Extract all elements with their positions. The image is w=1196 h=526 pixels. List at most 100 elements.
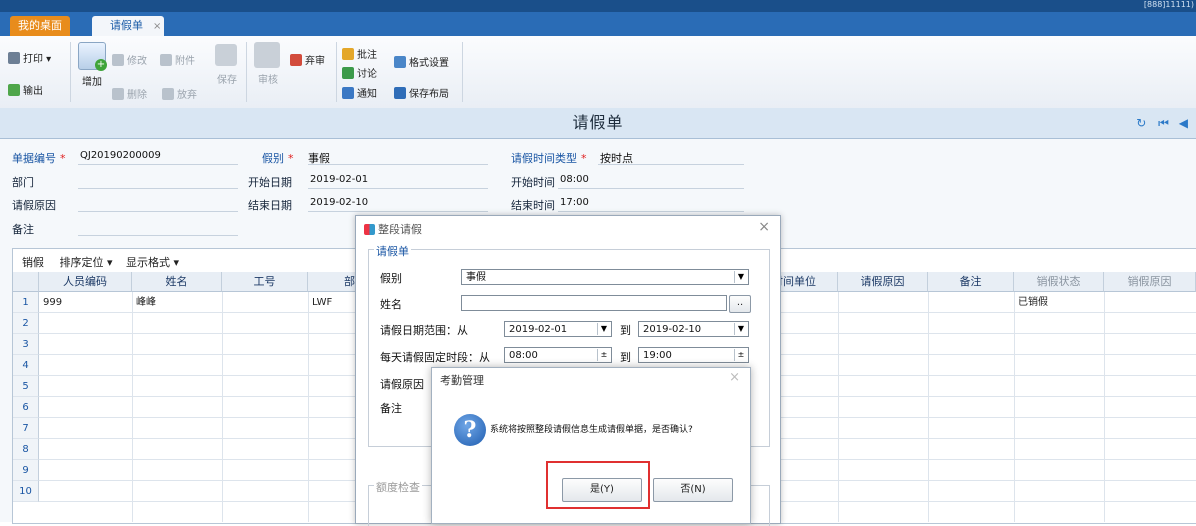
- cell-dept[interactable]: [308, 481, 358, 502]
- time-to-input[interactable]: 19:00 ±: [638, 347, 749, 363]
- print-button[interactable]: 打印 ▾: [8, 50, 51, 65]
- cell-name[interactable]: [132, 460, 222, 481]
- cell-employee-code[interactable]: [39, 439, 132, 460]
- close-icon[interactable]: ×: [758, 219, 770, 235]
- cell-cancel-status[interactable]: 已销假: [1014, 292, 1104, 313]
- close-icon[interactable]: ×: [729, 370, 740, 385]
- cell-employee-code[interactable]: [39, 313, 132, 334]
- date-from-input[interactable]: 2019-02-01 ▼: [504, 321, 612, 337]
- cell-employee-code[interactable]: [39, 334, 132, 355]
- attach-button[interactable]: 附件: [160, 52, 195, 67]
- delete-button[interactable]: 删除: [112, 86, 147, 101]
- format-settings-button[interactable]: 格式设置: [394, 54, 449, 69]
- cell-reason[interactable]: [838, 313, 928, 334]
- cell-cancel-status[interactable]: [1014, 313, 1104, 334]
- cell-name[interactable]: 峰峰: [132, 292, 222, 313]
- cell-cancel-status[interactable]: [1014, 397, 1104, 418]
- cell-employee-id[interactable]: [222, 481, 308, 502]
- first-record-icon[interactable]: ⏮: [1158, 116, 1169, 130]
- cell-employee-code[interactable]: [39, 418, 132, 439]
- col-header-reason[interactable]: 请假原因: [838, 272, 928, 292]
- cell-employee-id[interactable]: [222, 397, 308, 418]
- cell-remark[interactable]: [928, 355, 1014, 376]
- name-input[interactable]: [461, 295, 727, 311]
- date-to-input[interactable]: 2019-02-10 ▼: [638, 321, 749, 337]
- cell-remark[interactable]: [928, 292, 1014, 313]
- cell-dept[interactable]: [308, 334, 358, 355]
- doc-no-value[interactable]: QJ20190200009: [80, 150, 161, 161]
- cell-cancel-reason[interactable]: [1104, 292, 1196, 313]
- notify-button[interactable]: 通知: [342, 85, 377, 100]
- cell-cancel-status[interactable]: [1014, 376, 1104, 397]
- cell-dept[interactable]: [308, 418, 358, 439]
- cell-employee-code[interactable]: 999: [39, 292, 132, 313]
- col-header-remark[interactable]: 备注: [928, 272, 1014, 292]
- cell-remark[interactable]: [928, 397, 1014, 418]
- display-format-button[interactable]: 显示格式 ▾: [126, 256, 179, 269]
- cell-cancel-reason[interactable]: [1104, 418, 1196, 439]
- tab-leave-form[interactable]: 请假单 ×: [92, 16, 164, 36]
- cell-employee-code[interactable]: [39, 376, 132, 397]
- col-header-cancel-reason[interactable]: 销假原因: [1104, 272, 1196, 292]
- cell-cancel-reason[interactable]: [1104, 376, 1196, 397]
- cell-remark[interactable]: [928, 376, 1014, 397]
- cell-cancel-reason[interactable]: [1104, 481, 1196, 502]
- cell-name[interactable]: [132, 313, 222, 334]
- cell-remark[interactable]: [928, 439, 1014, 460]
- cell-dept[interactable]: LWF: [308, 292, 358, 313]
- cell-employee-id[interactable]: [222, 376, 308, 397]
- discard-button[interactable]: 放弃: [162, 86, 197, 101]
- cell-employee-id[interactable]: [222, 355, 308, 376]
- start-time-value[interactable]: 08:00: [560, 174, 589, 185]
- cell-remark[interactable]: [928, 460, 1014, 481]
- cell-dept[interactable]: [308, 376, 358, 397]
- cell-dept[interactable]: [308, 397, 358, 418]
- cell-cancel-reason[interactable]: [1104, 313, 1196, 334]
- leave-type-select[interactable]: 事假 ▼: [461, 269, 749, 285]
- cancel-leave-button[interactable]: 销假: [22, 256, 44, 269]
- annotate-button[interactable]: 批注: [342, 46, 377, 61]
- tab-my-desktop[interactable]: 我的桌面: [10, 16, 70, 36]
- cell-dept[interactable]: [308, 460, 358, 481]
- cell-employee-code[interactable]: [39, 397, 132, 418]
- cell-cancel-status[interactable]: [1014, 439, 1104, 460]
- abandon-approval-button[interactable]: 弃审: [290, 52, 325, 67]
- end-time-value[interactable]: 17:00: [560, 197, 589, 208]
- cell-remark[interactable]: [928, 481, 1014, 502]
- spinner-icon[interactable]: ±: [734, 349, 747, 361]
- save-layout-button[interactable]: 保存布局: [394, 85, 449, 100]
- cell-reason[interactable]: [838, 292, 928, 313]
- cell-reason[interactable]: [838, 460, 928, 481]
- cell-reason[interactable]: [838, 376, 928, 397]
- name-lookup-button[interactable]: ..: [729, 295, 751, 313]
- cell-employee-id[interactable]: [222, 313, 308, 334]
- cell-reason[interactable]: [838, 334, 928, 355]
- cell-employee-id[interactable]: [222, 439, 308, 460]
- cell-employee-code[interactable]: [39, 460, 132, 481]
- cell-name[interactable]: [132, 334, 222, 355]
- cell-reason[interactable]: [838, 439, 928, 460]
- save-button[interactable]: 保存: [214, 44, 240, 86]
- cell-cancel-reason[interactable]: [1104, 439, 1196, 460]
- cell-cancel-status[interactable]: [1014, 355, 1104, 376]
- cell-employee-id[interactable]: [222, 292, 308, 313]
- cell-employee-id[interactable]: [222, 334, 308, 355]
- cell-dept[interactable]: [308, 313, 358, 334]
- cell-employee-id[interactable]: [222, 460, 308, 481]
- cell-name[interactable]: [132, 418, 222, 439]
- end-date-value[interactable]: 2019-02-10: [310, 197, 368, 208]
- refresh-icon[interactable]: ↻: [1136, 116, 1146, 130]
- export-button[interactable]: 输出: [8, 82, 43, 97]
- cell-cancel-status[interactable]: [1014, 460, 1104, 481]
- col-header-dept[interactable]: 部: [308, 272, 358, 292]
- prev-record-icon[interactable]: ◀: [1179, 116, 1188, 130]
- cell-reason[interactable]: [838, 397, 928, 418]
- cell-dept[interactable]: [308, 355, 358, 376]
- start-date-value[interactable]: 2019-02-01: [310, 174, 368, 185]
- cell-name[interactable]: [132, 355, 222, 376]
- cell-cancel-status[interactable]: [1014, 481, 1104, 502]
- cell-name[interactable]: [132, 397, 222, 418]
- col-header-employee-id[interactable]: 工号: [222, 272, 308, 292]
- cell-reason[interactable]: [838, 355, 928, 376]
- cell-reason[interactable]: [838, 481, 928, 502]
